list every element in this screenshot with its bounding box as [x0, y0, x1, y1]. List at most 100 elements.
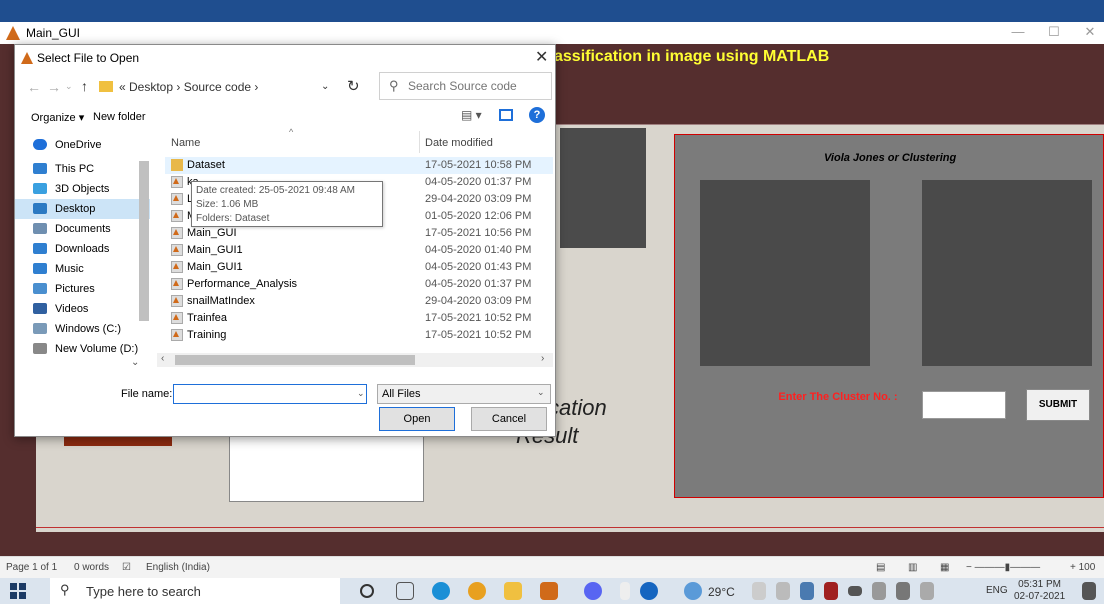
submit-button[interactable]: SUBMIT [1026, 389, 1090, 421]
word-count[interactable]: 0 words [74, 562, 109, 573]
pen-icon[interactable] [920, 582, 934, 600]
temperature[interactable]: 29°C [708, 585, 735, 599]
nav-item-label: OneDrive [55, 139, 102, 151]
nav-item[interactable]: This PC [15, 159, 150, 179]
weather-icon[interactable] [684, 582, 702, 600]
close-icon[interactable]: ✕ [535, 47, 548, 67]
volume-icon[interactable] [896, 582, 910, 600]
nav-item-label: Pictures [55, 283, 95, 295]
maximize-icon[interactable]: ☐ [1036, 24, 1072, 42]
notification-icon[interactable] [1082, 582, 1096, 600]
nav-item[interactable]: 3D Objects [15, 179, 150, 199]
nav-item[interactable]: New Volume (D:) [15, 339, 150, 359]
file-name-input[interactable] [173, 384, 367, 404]
taskbar-search-text[interactable]: Type here to search [86, 584, 201, 599]
discord-icon[interactable] [584, 582, 602, 600]
cluster-number-label: Enter The Cluster No. : [778, 391, 898, 403]
nav-item[interactable]: Windows (C:) [15, 319, 150, 339]
open-button[interactable]: Open [379, 407, 455, 431]
nav-item[interactable]: Music [15, 259, 150, 279]
file-row[interactable]: Main_GUI1 04-05-2020 01:43 PM [165, 259, 553, 276]
file-date: 04-05-2020 01:37 PM [425, 278, 532, 290]
divider [36, 527, 1104, 528]
video-icon [33, 303, 47, 314]
nav-item[interactable]: Documents [15, 219, 150, 239]
organize-menu[interactable]: Organize ▾ [31, 111, 84, 124]
clock[interactable]: 05:31 PM 02-07-2021 [1014, 579, 1065, 603]
file-name: Trainfea [187, 312, 227, 324]
file-row[interactable]: Main_GUI 17-05-2021 10:56 PM [165, 225, 553, 242]
column-header-name[interactable]: Name [171, 137, 200, 149]
chevron-left-icon[interactable]: ‹ [161, 353, 164, 364]
proofing-icon[interactable]: ☑ [122, 562, 131, 573]
cancel-button[interactable]: Cancel [471, 407, 547, 431]
read-mode-icon[interactable]: ▤ [876, 562, 885, 573]
page-count[interactable]: Page 1 of 1 [6, 562, 57, 573]
viola-axes-right [922, 180, 1092, 366]
nav-item[interactable]: Desktop [15, 199, 150, 219]
column-header-date[interactable]: Date modified [425, 137, 493, 149]
viola-panel-title: Viola Jones or Clustering [824, 152, 957, 164]
input-language[interactable]: ENG [986, 585, 1008, 596]
matlab-icon[interactable] [540, 582, 558, 600]
up-arrow-icon[interactable]: ↑ [81, 78, 88, 94]
minimize-icon[interactable]: — [1000, 24, 1036, 42]
file-row[interactable]: Main_GUI1 04-05-2020 01:40 PM [165, 242, 553, 259]
nav-item-label: Downloads [55, 243, 110, 255]
edge-icon[interactable] [432, 582, 450, 600]
view-options-icon[interactable]: ▤ ▾ [461, 108, 482, 122]
chevron-down-icon[interactable]: ⌄ [357, 388, 365, 399]
file-name: Dataset [187, 159, 225, 171]
chrome-icon[interactable] [468, 582, 486, 600]
close-icon[interactable]: ✕ [1072, 24, 1104, 42]
chevron-down-icon[interactable]: ⌄ [321, 81, 329, 92]
back-arrow-icon[interactable]: ← [27, 79, 41, 95]
file-date: 04-05-2020 01:43 PM [425, 261, 532, 273]
nav-item[interactable]: Downloads [15, 239, 150, 259]
cortana-icon[interactable] [360, 584, 374, 598]
web-layout-icon[interactable]: ▦ [940, 562, 949, 573]
search-input[interactable] [408, 79, 548, 93]
print-layout-icon[interactable]: ▥ [908, 562, 917, 573]
tray-icon[interactable] [824, 582, 838, 600]
nav-scrollbar[interactable] [139, 161, 149, 321]
cluster-number-input[interactable] [922, 391, 1006, 419]
nav-item[interactable]: Videos [15, 299, 150, 319]
file-row[interactable]: Dataset 17-05-2021 10:58 PM [165, 157, 553, 174]
folder-icon [99, 81, 113, 92]
breadcrumb[interactable]: « Desktop › Source code › [119, 80, 258, 94]
network-icon[interactable] [872, 582, 886, 600]
chevron-down-icon[interactable]: ⌄ [65, 81, 73, 92]
refresh-icon[interactable]: ↻ [347, 77, 360, 95]
file-explorer-icon[interactable] [504, 582, 522, 600]
file-type-select[interactable]: All Files [377, 384, 551, 404]
file-row[interactable]: Training 17-05-2021 10:52 PM [165, 327, 553, 344]
column-divider[interactable] [419, 131, 420, 153]
file-row[interactable]: snailMatIndex 29-04-2020 03:09 PM [165, 293, 553, 310]
tray-icon[interactable] [776, 582, 790, 600]
chevron-right-icon[interactable]: › [541, 353, 544, 364]
app-icon[interactable] [640, 582, 658, 600]
tray-icon[interactable] [752, 582, 766, 600]
navigation-pane: OneDrive This PC 3D Objects Desktop Document… [15, 131, 150, 373]
task-view-icon[interactable] [396, 582, 414, 600]
tray-icon[interactable] [800, 582, 814, 600]
nav-item[interactable]: Pictures [15, 279, 150, 299]
preview-pane-icon[interactable] [499, 109, 513, 121]
new-folder-button[interactable]: New folder [93, 111, 146, 123]
file-row[interactable]: Performance_Analysis 04-05-2020 01:37 PM [165, 276, 553, 293]
windows-start-icon[interactable] [10, 583, 26, 599]
chevron-up-icon[interactable] [620, 582, 630, 600]
forward-arrow-icon[interactable]: → [47, 79, 61, 95]
scrollbar-thumb[interactable] [175, 355, 415, 365]
zoom-slider[interactable]: − ———▮——— [966, 562, 1040, 573]
zoom-level[interactable]: + 100 [1070, 562, 1095, 573]
help-icon[interactable]: ? [529, 107, 545, 123]
search-icon: ⚲ [389, 78, 399, 93]
nav-item[interactable]: OneDrive [15, 135, 150, 155]
chevron-down-icon[interactable]: ⌄ [131, 357, 139, 368]
chevron-down-icon[interactable]: ⌄ [537, 387, 545, 398]
file-row[interactable]: Trainfea 17-05-2021 10:52 PM [165, 310, 553, 327]
battery-icon[interactable] [848, 586, 862, 596]
language-indicator[interactable]: English (India) [146, 562, 210, 573]
